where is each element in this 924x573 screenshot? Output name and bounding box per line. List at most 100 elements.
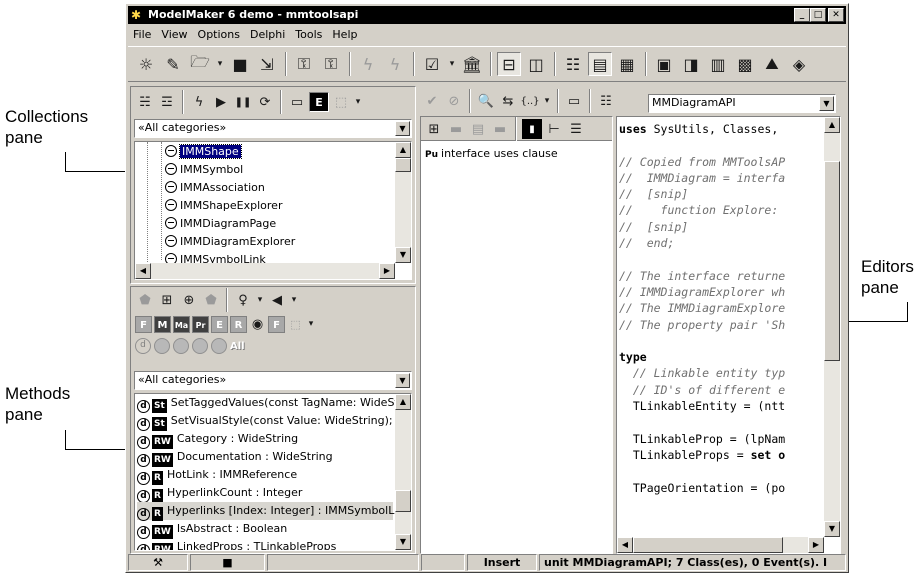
collection-item[interactable]: IMMShapeExplorer <box>165 197 282 215</box>
filter-icon[interactable]: ⬚ <box>331 92 351 112</box>
code-line[interactable]: type <box>619 349 785 365</box>
add-event-icon[interactable]: ⬟ <box>201 290 221 310</box>
code-line[interactable]: // The interface returne <box>619 268 785 284</box>
lock-open-icon[interactable]: ⚿ <box>319 52 343 76</box>
refresh-icon[interactable]: ⟳ <box>255 92 275 112</box>
code-line[interactable]: uses SysUtils, Classes, <box>619 121 785 137</box>
units-icon[interactable]: ☷ <box>596 91 616 111</box>
scroll-thumb[interactable] <box>395 158 411 172</box>
code-line[interactable]: // [snip] <box>619 219 785 235</box>
collections-tree[interactable]: IMMShape IMMSymbol IMMAssociation IMMSha… <box>134 141 412 280</box>
visibility-public-icon[interactable] <box>192 338 208 354</box>
filter-m-button[interactable]: M <box>154 315 171 333</box>
editor-vscrollbar[interactable]: ▲ ▼ <box>824 117 840 537</box>
list-view-icon[interactable]: ▭ <box>287 92 307 112</box>
code-line[interactable]: // Copied from MMToolsAP <box>619 154 785 170</box>
check-dropdown-icon[interactable]: ▾ <box>447 52 457 76</box>
visibility-protected-icon[interactable] <box>173 338 189 354</box>
chevron-down-icon[interactable]: ▼ <box>395 373 410 388</box>
method-row[interactable]: d St SetTaggedValues(const TagName: WideSt… <box>137 394 406 413</box>
scroll-right-button[interactable]: ▶ <box>379 263 395 279</box>
menu-help[interactable]: Help <box>327 26 362 44</box>
classes-view-icon[interactable]: ☷ <box>561 52 585 76</box>
add-interface-icon[interactable]: ☲ <box>157 92 177 112</box>
binoculars-icon[interactable]: 🔍 <box>476 91 496 111</box>
collection-item[interactable]: IMMDiagramExplorer <box>165 233 295 251</box>
import-icon[interactable]: ⇲ <box>255 52 279 76</box>
collection-item[interactable]: IMMSymbol <box>165 161 243 179</box>
code-line[interactable] <box>619 137 785 153</box>
scroll-up-button[interactable]: ▲ <box>824 117 840 133</box>
code-line[interactable]: // [snip] <box>619 186 785 202</box>
collection-item[interactable]: IMMShape <box>165 143 242 161</box>
menu-tools[interactable]: Tools <box>290 26 327 44</box>
new-project-icon[interactable]: ☼ <box>134 52 158 76</box>
title-bar[interactable]: ✱ ModelMaker 6 demo - mmtoolsapi _ □ ✕ <box>128 6 846 24</box>
add-property-icon[interactable]: ⊞ <box>157 290 177 310</box>
close-button[interactable]: ✕ <box>828 8 844 22</box>
method-row[interactable]: d RW IsAbstract : Boolean <box>137 520 287 539</box>
visibility-published-icon[interactable] <box>211 338 227 354</box>
code-line[interactable] <box>619 463 785 479</box>
lightning-all-icon[interactable]: ϟ <box>383 52 407 76</box>
visibility-default-icon[interactable]: d <box>135 338 151 354</box>
code-line[interactable]: // The IMMDiagramExplore <box>619 300 785 316</box>
add-method-icon[interactable]: ⬟ <box>135 290 155 310</box>
speaker-dropdown-icon[interactable]: ▾ <box>289 290 299 310</box>
chevron-down-icon[interactable]: ▼ <box>395 121 410 136</box>
code-line[interactable]: TLinkableProp = (lpNam <box>619 431 785 447</box>
edit-icon[interactable]: ▬ <box>490 119 510 139</box>
menu-options[interactable]: Options <box>193 26 245 44</box>
method-row[interactable]: d R HotLink : IMMReference <box>137 466 297 485</box>
filter-r-button[interactable]: R <box>230 315 247 333</box>
macros-icon[interactable]: ▩ <box>733 52 757 76</box>
code-line[interactable]: // Linkable entity typ <box>619 365 785 381</box>
visibility-private-icon[interactable] <box>154 338 170 354</box>
code-line[interactable]: // IMMDiagram = interfa <box>619 170 785 186</box>
maximize-button[interactable]: □ <box>810 8 826 22</box>
code-line[interactable]: // end; <box>619 235 785 251</box>
method-row[interactable]: d R HyperlinkCount : Integer <box>137 484 302 503</box>
code-line[interactable] <box>619 333 785 349</box>
scroll-down-button[interactable]: ▼ <box>395 534 411 550</box>
event-icon[interactable]: ϟ <box>189 92 209 112</box>
filter-more-icon[interactable]: ⬚ <box>287 316 304 333</box>
find-replace-icon[interactable]: ⇆ <box>498 91 518 111</box>
method-row[interactable]: d RW LinkedProps : TLinkableProps <box>137 538 336 550</box>
collection-item[interactable]: IMMDiagramPage <box>165 215 276 233</box>
check-mark-icon[interactable]: ✔ <box>422 91 442 111</box>
library-icon[interactable]: 🏛 <box>460 52 484 76</box>
chevron-down-icon[interactable]: ▼ <box>819 96 834 111</box>
menu-delphi[interactable]: Delphi <box>245 26 290 44</box>
method-row[interactable]: d St SetVisualStyle(const Value: WideStrin… <box>137 412 393 431</box>
collection-item[interactable]: IMMAssociation <box>165 179 265 197</box>
visibility-icon[interactable]: ♀ <box>233 290 253 310</box>
add-unit-icon[interactable]: ⊞ <box>424 119 444 139</box>
check-icon[interactable]: ☑ <box>420 52 444 76</box>
code-template-icon[interactable]: {..} <box>520 91 540 111</box>
tree-view-icon[interactable]: E <box>309 92 329 112</box>
tree-structure-icon[interactable]: ⊢ <box>544 119 564 139</box>
units-view-icon[interactable]: ▤ <box>588 52 612 76</box>
code-line[interactable]: TPageOrientation = (po <box>619 480 785 496</box>
visibility-all-label[interactable]: All <box>230 341 245 352</box>
speaker-icon[interactable]: ◀ <box>267 290 287 310</box>
scroll-up-button[interactable]: ▲ <box>395 142 411 158</box>
code-line[interactable] <box>619 251 785 267</box>
template-dropdown-icon[interactable]: ▾ <box>542 91 552 111</box>
unit-select[interactable]: MMDiagramAPI ▼ <box>648 94 836 113</box>
code-line[interactable]: // The property pair 'Sh <box>619 317 785 333</box>
open-folder-icon[interactable]: 🗁 <box>188 52 212 76</box>
methods-category-select[interactable]: «All categories» ▼ <box>134 371 412 390</box>
collections-vscrollbar[interactable]: ▲ ▼ <box>395 142 411 263</box>
filter-f2-button[interactable]: F <box>268 315 285 333</box>
cancel-icon[interactable]: ⊘ <box>444 91 464 111</box>
pause-icon[interactable]: ❚❚ <box>233 92 253 112</box>
open-dropdown-icon[interactable]: ▾ <box>215 52 225 76</box>
filter-dropdown-icon[interactable]: ▾ <box>353 92 363 112</box>
sort-icon[interactable]: ☰ <box>566 119 586 139</box>
minimize-button[interactable]: _ <box>794 8 810 22</box>
methods-list[interactable]: d St SetTaggedValues(const TagName: WideSt… <box>134 393 412 551</box>
code-editor[interactable]: uses SysUtils, Classes, // Copied from M… <box>619 121 785 496</box>
scroll-thumb[interactable] <box>824 161 840 361</box>
